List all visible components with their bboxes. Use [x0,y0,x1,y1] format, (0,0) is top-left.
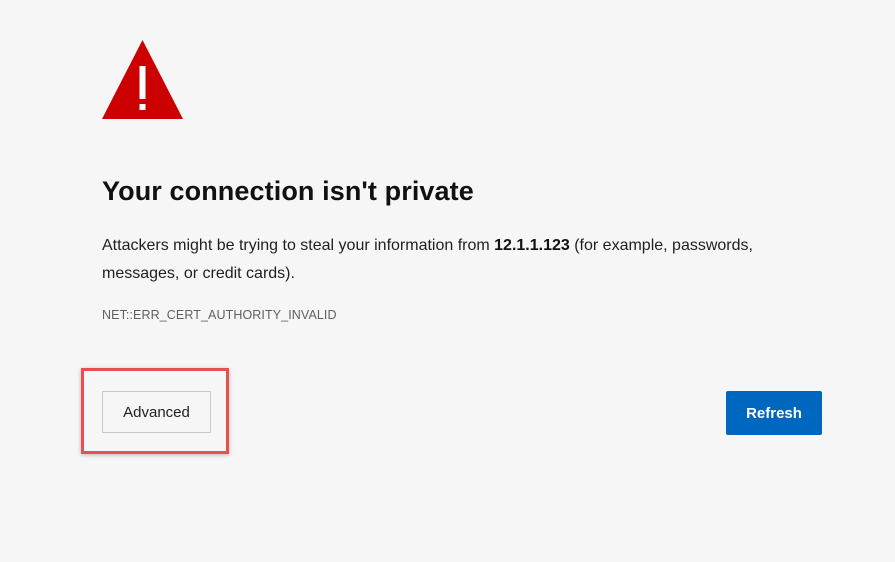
error-code: NET::ERR_CERT_AUTHORITY_INVALID [102,308,337,322]
message-text-before: Attackers might be trying to steal your … [102,237,495,254]
error-page: Your connection isn't private Attackers … [0,0,895,562]
refresh-button[interactable]: Refresh [726,391,822,435]
advanced-button[interactable]: Advanced [102,391,211,433]
warning-triangle-icon [101,38,184,121]
host-address: 12.1.1.123 [494,237,570,254]
page-title: Your connection isn't private [102,176,474,206]
error-message: Attackers might be trying to steal your … [102,232,822,288]
